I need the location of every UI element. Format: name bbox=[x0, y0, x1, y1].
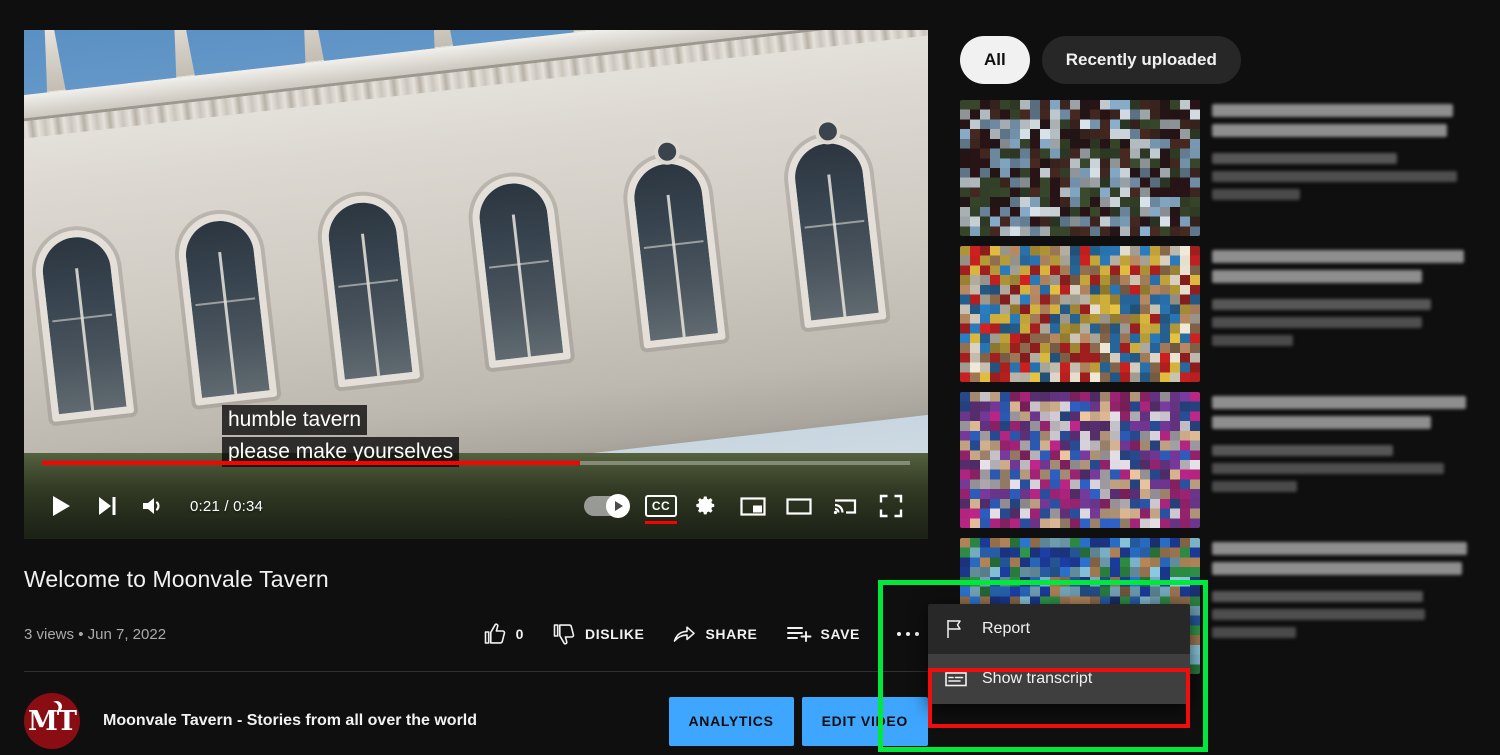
recommended-thumbnail[interactable] bbox=[960, 100, 1200, 236]
channel-name[interactable]: Moonvale Tavern - Stories from all over … bbox=[103, 712, 477, 730]
control-row: 0:21 / 0:34 CC bbox=[24, 481, 928, 531]
recommended-meta-line bbox=[1212, 481, 1297, 492]
recommended-videos-list bbox=[960, 100, 1476, 676]
filter-chip-bar: All Recently uploaded bbox=[960, 36, 1476, 84]
dislike-label: DISLIKE bbox=[585, 626, 645, 642]
toggle-track bbox=[584, 494, 630, 518]
menu-item-show-transcript-label: Show transcript bbox=[982, 670, 1093, 687]
more-actions-menu: Report Show transcript bbox=[928, 604, 1190, 704]
recommended-video-1[interactable] bbox=[960, 100, 1476, 238]
recommended-title-line bbox=[1212, 270, 1422, 283]
channel-row: MT Moonvale Tavern - Stories from all ov… bbox=[24, 693, 928, 749]
thumbs-down-icon bbox=[553, 624, 575, 645]
recommended-meta-line bbox=[1212, 189, 1300, 200]
toggle-knob bbox=[606, 494, 630, 518]
play-button[interactable] bbox=[38, 483, 84, 529]
recommended-title-line bbox=[1212, 250, 1464, 263]
recommended-meta-line bbox=[1212, 445, 1394, 456]
secondary-column: All Recently uploaded bbox=[960, 36, 1476, 684]
recommended-meta-line bbox=[1212, 591, 1424, 602]
recommended-info bbox=[1212, 538, 1476, 676]
next-video-button[interactable] bbox=[84, 483, 130, 529]
recommended-thumbnail[interactable] bbox=[960, 392, 1200, 528]
theater-mode-button[interactable] bbox=[776, 483, 822, 529]
recommended-meta-line bbox=[1212, 299, 1432, 310]
recommended-thumbnail[interactable] bbox=[960, 246, 1200, 382]
menu-item-report[interactable]: Report bbox=[928, 604, 1190, 654]
more-actions-button[interactable] bbox=[888, 615, 928, 653]
player-controls: 0:21 / 0:34 CC bbox=[24, 453, 928, 539]
meta-separator: • bbox=[78, 625, 84, 643]
recommended-title-line bbox=[1212, 396, 1466, 409]
save-button[interactable]: SAVE bbox=[772, 615, 875, 653]
recommended-info bbox=[1212, 392, 1476, 530]
recommended-title-line bbox=[1212, 542, 1468, 555]
more-dot bbox=[897, 632, 901, 636]
view-count-and-date: 3 views • Jun 7, 2022 bbox=[24, 626, 166, 643]
miniplayer-button[interactable] bbox=[730, 483, 776, 529]
recommended-meta-line bbox=[1212, 153, 1397, 164]
subtitles-cc-button[interactable]: CC bbox=[638, 483, 684, 529]
primary-column: humble tavern please make yourselves 0:2… bbox=[24, 30, 928, 749]
autoplay-toggle[interactable] bbox=[584, 483, 638, 529]
fullscreen-button[interactable] bbox=[868, 483, 914, 529]
publish-date: Jun 7, 2022 bbox=[87, 625, 167, 643]
share-button[interactable]: SHARE bbox=[658, 615, 771, 653]
recommended-meta-line bbox=[1212, 627, 1297, 638]
like-button[interactable]: 0 bbox=[469, 615, 538, 653]
owner-buttons: ANALYTICS EDIT VIDEO bbox=[668, 696, 928, 746]
menu-item-report-label: Report bbox=[982, 620, 1031, 637]
recommended-title-line bbox=[1212, 416, 1431, 429]
thumbs-up-icon bbox=[484, 623, 505, 644]
channel-avatar[interactable]: MT bbox=[24, 693, 80, 749]
flag-icon bbox=[944, 618, 974, 640]
menu-item-show-transcript[interactable]: Show transcript bbox=[928, 654, 1190, 704]
video-meta-row: 3 views • Jun 7, 2022 0 DISLIKE SHARE SA… bbox=[24, 617, 928, 651]
cc-icon: CC bbox=[645, 495, 677, 517]
recommended-title-line bbox=[1212, 104, 1453, 117]
transcript-icon bbox=[944, 668, 974, 690]
settings-gear-button[interactable] bbox=[684, 483, 730, 529]
video-action-buttons: 0 DISLIKE SHARE SAVE bbox=[469, 615, 928, 653]
chip-all[interactable]: All bbox=[960, 36, 1030, 84]
recommended-info bbox=[1212, 246, 1476, 384]
recommended-video-3[interactable] bbox=[960, 392, 1476, 530]
like-count: 0 bbox=[515, 626, 525, 642]
recommended-meta-line bbox=[1212, 335, 1293, 346]
video-title: Welcome to Moonvale Tavern bbox=[24, 566, 329, 592]
video-player[interactable]: humble tavern please make yourselves 0:2… bbox=[24, 30, 928, 539]
save-label: SAVE bbox=[820, 626, 860, 642]
recommended-meta-line bbox=[1212, 609, 1426, 620]
progress-bar[interactable] bbox=[42, 461, 910, 465]
recommended-title-line bbox=[1212, 124, 1447, 137]
time-display: 0:21 / 0:34 bbox=[190, 497, 264, 515]
save-to-playlist-icon bbox=[786, 627, 811, 642]
progress-played bbox=[42, 461, 581, 465]
more-dot bbox=[915, 632, 919, 636]
recommended-meta-line bbox=[1212, 317, 1423, 328]
view-count: 3 views bbox=[24, 625, 75, 643]
edit-video-button[interactable]: EDIT VIDEO bbox=[801, 696, 928, 746]
recommended-video-2[interactable] bbox=[960, 246, 1476, 384]
crescent-moon-icon bbox=[51, 701, 62, 712]
avatar-monogram: MT bbox=[28, 705, 77, 737]
share-label: SHARE bbox=[705, 626, 758, 642]
more-dot bbox=[906, 632, 910, 636]
recommended-info bbox=[1212, 100, 1476, 238]
recommended-meta-line bbox=[1212, 463, 1444, 474]
dislike-button[interactable]: DISLIKE bbox=[538, 615, 658, 653]
youtube-watch-page: humble tavern please make yourselves 0:2… bbox=[0, 0, 1500, 755]
analytics-button[interactable]: ANALYTICS bbox=[668, 696, 794, 746]
cast-button[interactable] bbox=[822, 483, 868, 529]
cc-active-indicator bbox=[645, 521, 677, 524]
recommended-title-line bbox=[1212, 562, 1463, 575]
recommended-meta-line bbox=[1212, 171, 1458, 182]
chip-recently-uploaded[interactable]: Recently uploaded bbox=[1041, 36, 1241, 84]
section-divider bbox=[24, 671, 928, 672]
share-icon bbox=[674, 626, 696, 642]
volume-button[interactable] bbox=[130, 483, 176, 529]
